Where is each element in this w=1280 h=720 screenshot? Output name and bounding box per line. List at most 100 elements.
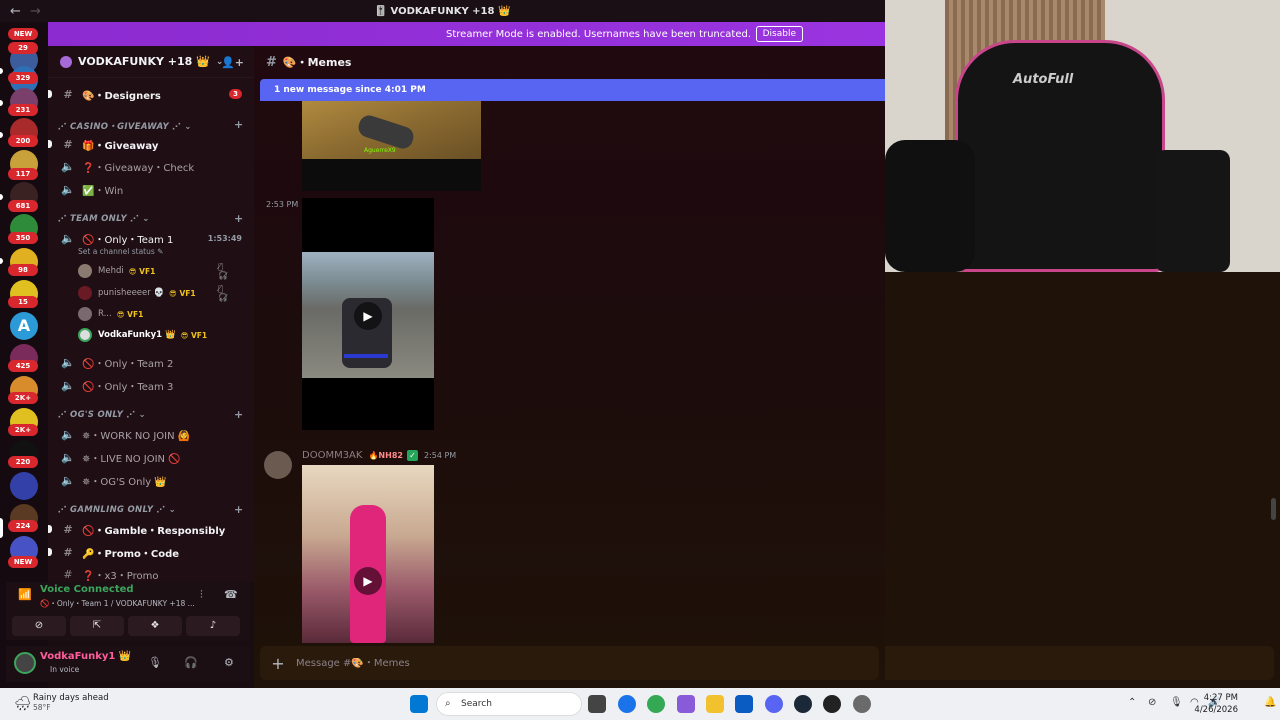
- channel-label: ✵・LIVE NO JOIN 🚫: [82, 453, 181, 465]
- voice-channel-icon: 🔈: [61, 427, 75, 441]
- headphones-icon[interactable]: 🎧: [184, 656, 198, 669]
- badge: 350: [8, 232, 38, 244]
- time: 4:27 PM: [1203, 693, 1238, 703]
- channel-live-no-join[interactable]: 🔈 ✵・LIVE NO JOIN 🚫: [48, 447, 254, 467]
- obs-icon[interactable]: [823, 695, 841, 713]
- server-header[interactable]: VODKAFUNKY +18 👑 ⌄ 👤+: [48, 46, 254, 78]
- avatar[interactable]: [14, 652, 36, 674]
- server-icon[interactable]: A: [10, 312, 38, 340]
- channel-title: 🎨・Memes: [282, 56, 352, 69]
- channel-designers[interactable]: # 🎨・Designers 3: [48, 84, 254, 104]
- window-title: 🎚️ VODKAFUNKY +18 👑: [374, 5, 511, 17]
- discord-icon[interactable]: [765, 695, 783, 713]
- disconnect-icon[interactable]: ☎: [224, 588, 238, 601]
- add-channel-icon[interactable]: +: [234, 503, 244, 516]
- voice-user[interactable]: VodkaFunky1 👑 😎 VF1: [78, 326, 207, 344]
- start-icon[interactable]: [410, 695, 428, 713]
- channel-team-3[interactable]: 🔈 🚫・Only・Team 3: [48, 375, 254, 395]
- play-icon[interactable]: ▶: [354, 567, 382, 595]
- channel-x3-promo[interactable]: # ❓・x3・Promo: [48, 564, 254, 582]
- camera-off-icon[interactable]: ⊘: [12, 616, 66, 636]
- current-username[interactable]: VodkaFunky1 👑: [40, 651, 131, 662]
- edge-icon[interactable]: [618, 695, 636, 713]
- video-embed[interactable]: ▶: [302, 465, 434, 643]
- call-timer: 1:53:49: [207, 233, 242, 243]
- channel-giveaway-check[interactable]: 🔈 ❓・Giveaway・Check: [48, 156, 254, 176]
- add-channel-icon[interactable]: +: [234, 118, 244, 131]
- voice-user[interactable]: R... 😎 VF1: [78, 305, 143, 323]
- store-icon[interactable]: [735, 695, 753, 713]
- voice-channel-icon: 🔈: [61, 159, 75, 173]
- channel-ogs-only[interactable]: 🔈 ✵・OG'S Only 👑: [48, 470, 254, 490]
- text-channel-icon: #: [63, 545, 73, 559]
- chevron-up-icon[interactable]: ⌃: [1128, 697, 1136, 708]
- video-embed[interactable]: ▶: [302, 198, 434, 430]
- category-gambling-only[interactable]: ⋰ GAMNLING ONLY ⋰ ⌄ +: [58, 503, 243, 516]
- channel-giveaway[interactable]: # 🎁・Giveaway: [48, 134, 254, 154]
- message-input[interactable]: [296, 657, 696, 669]
- gear-icon[interactable]: ⚙: [224, 656, 234, 669]
- add-channel-icon[interactable]: +: [234, 408, 244, 421]
- add-user-icon[interactable]: 👤+: [221, 56, 244, 69]
- channel-label: 🎁・Giveaway: [82, 140, 159, 152]
- copilot-icon[interactable]: [677, 695, 695, 713]
- search-box[interactable]: ⌕ Search: [436, 692, 582, 716]
- channel-work-no-join[interactable]: 🔈 ✵・WORK NO JOIN 🙆: [48, 424, 254, 444]
- screen-share-icon[interactable]: ⇱: [70, 616, 124, 636]
- disable-streamer-button[interactable]: Disable: [755, 26, 803, 42]
- settings-icon[interactable]: [853, 695, 871, 713]
- voice-channel-icon: 🔈: [61, 182, 75, 196]
- channel-team-1[interactable]: 🔈 🚫・Only・Team 1 1:53:49: [48, 228, 254, 248]
- chair-brand: AutoFull: [1013, 72, 1074, 87]
- microphone-icon[interactable]: 🎙: [148, 656, 162, 669]
- microphone-icon[interactable]: 🎙: [1170, 697, 1183, 708]
- steam-icon[interactable]: [794, 695, 812, 713]
- chrome-icon[interactable]: [647, 695, 665, 713]
- author-name[interactable]: DOOMM3AK: [302, 450, 362, 461]
- soundboard-icon[interactable]: ♪: [186, 616, 240, 636]
- server-name: VODKAFUNKY +18 👑: [78, 55, 210, 68]
- voice-user[interactable]: punisheeeer 💀 😎 VF1 🎙̸ 🎧̸: [78, 284, 228, 302]
- bag: [1155, 150, 1230, 272]
- weather-widget[interactable]: Rainy days ahead 58°F: [33, 693, 109, 712]
- category-casino[interactable]: ⋰ CASINO・GIVEAWAY ⋰ ⌄ +: [58, 118, 243, 132]
- channel-gamble-responsibly[interactable]: # 🚫・Gamble・Responsibly: [48, 519, 254, 539]
- channel-sidebar: VODKAFUNKY +18 👑 ⌄ 👤+ # 🎨・Designers 3 ⋰ …: [48, 46, 254, 582]
- voice-status[interactable]: Voice Connected: [40, 584, 134, 595]
- streamer-mode-banner: Streamer Mode is enabled. Usernames have…: [48, 22, 885, 46]
- unread-indicator: [48, 548, 52, 556]
- channel-win[interactable]: 🔈 ✅・Win: [48, 179, 254, 199]
- role-tag: 😎 VF1: [116, 309, 144, 319]
- video-embed[interactable]: AguerreX9: [302, 101, 481, 191]
- task-view-icon[interactable]: [588, 695, 606, 713]
- server-icon[interactable]: [10, 472, 38, 500]
- category-label: ⋰ TEAM ONLY ⋰: [58, 214, 140, 224]
- voice-channel-icon: 🔈: [61, 355, 75, 369]
- channel-team-2[interactable]: 🔈 🚫・Only・Team 2: [48, 352, 254, 372]
- new-messages-bar[interactable]: 1 new message since 4:01 PM: [260, 79, 885, 101]
- unread-indicator: [0, 132, 3, 138]
- clock[interactable]: 4:27 PM 4/26/2026: [1194, 692, 1238, 716]
- text-channel-icon: #: [63, 87, 73, 101]
- add-channel-icon[interactable]: +: [234, 212, 244, 225]
- add-attachment-icon[interactable]: +: [260, 654, 296, 673]
- voice-user[interactable]: Mehdi 😎 VF1 🎙̸ 🎧̸: [78, 262, 228, 280]
- network-icon[interactable]: ⊘: [1148, 697, 1156, 708]
- scrollbar[interactable]: [1271, 498, 1276, 520]
- channel-promo-code[interactable]: # 🔑・Promo・Code: [48, 542, 254, 562]
- signal-icon[interactable]: 📶: [18, 588, 32, 601]
- file-explorer-icon[interactable]: [706, 695, 724, 713]
- activities-icon[interactable]: ❖: [128, 616, 182, 636]
- voice-channel-path[interactable]: 🚫・Only・Team 1 / VODKAFUNKY +18 ...: [40, 598, 195, 609]
- category-team-only[interactable]: ⋰ TEAM ONLY ⋰ ⌄ +: [58, 212, 243, 225]
- notification-icon[interactable]: 🔔: [1264, 697, 1276, 708]
- channel-label: 🚫・Only・Team 1: [82, 234, 174, 246]
- role-tag: 😎 VF1: [128, 266, 156, 276]
- channel-label: 🔑・Promo・Code: [82, 548, 180, 560]
- category-ogs-only[interactable]: ⋰ OG'S ONLY ⋰ ⌄ +: [58, 408, 243, 421]
- noise-suppression-icon[interactable]: ⫶: [200, 588, 203, 602]
- channel-status[interactable]: Set a channel status ✎: [78, 247, 163, 256]
- badge: 231: [8, 104, 38, 116]
- avatar[interactable]: [264, 451, 292, 479]
- play-icon[interactable]: ▶: [354, 302, 382, 330]
